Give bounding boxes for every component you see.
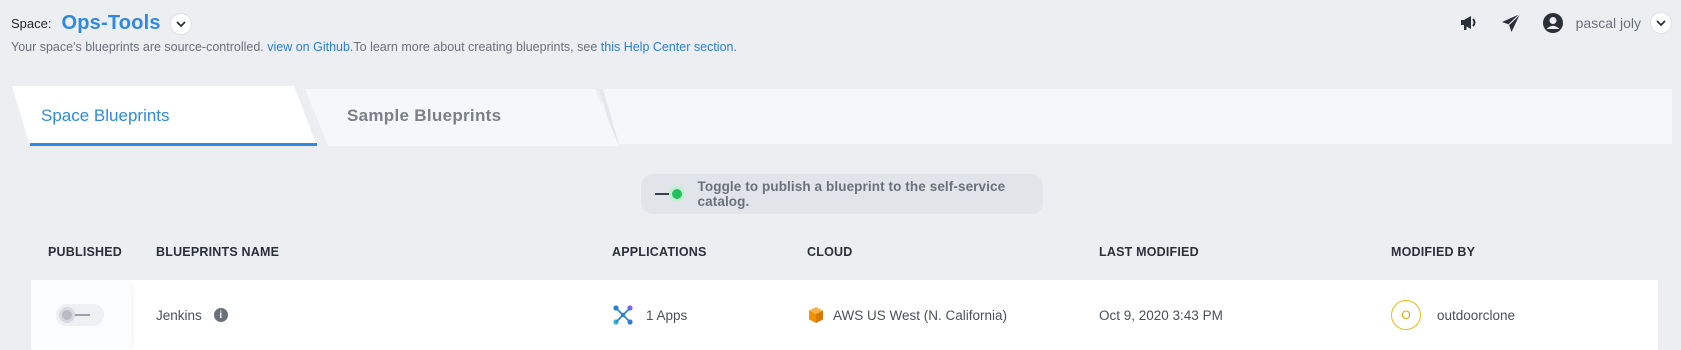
user-name[interactable]: pascal joly — [1576, 15, 1641, 31]
column-header-last-modified[interactable]: LAST MODIFIED — [1099, 245, 1199, 259]
aws-cube-icon — [807, 306, 825, 324]
applications-count: 1 Apps — [646, 307, 688, 323]
active-tab-indicator — [30, 143, 317, 146]
user-circle-icon[interactable] — [1542, 12, 1564, 34]
published-cell — [31, 280, 131, 350]
table-row[interactable]: Jenkins i 1 Apps AWS US West (N. Califor… — [31, 280, 1658, 350]
chevron-down-icon[interactable] — [1651, 13, 1671, 33]
apps-icon — [612, 304, 634, 326]
info-icon[interactable]: i — [213, 308, 228, 322]
megaphone-icon[interactable] — [1458, 12, 1480, 34]
blueprint-name-cell: Jenkins i — [156, 280, 228, 350]
chevron-down-icon[interactable] — [170, 13, 191, 34]
column-header-cloud[interactable]: CLOUD — [807, 245, 852, 259]
column-header-published[interactable]: PUBLISHED — [48, 245, 122, 259]
column-header-applications[interactable]: APPLICATIONS — [612, 245, 707, 259]
space-description: Your space's blueprints are source-contr… — [11, 40, 737, 54]
paper-plane-icon[interactable] — [1500, 12, 1522, 34]
cloud-name: AWS US West (N. California) — [833, 307, 1008, 323]
toggle-on-icon — [655, 186, 685, 202]
blueprint-name[interactable]: Jenkins — [156, 308, 202, 323]
modified-by-cell: O outdoorclone — [1391, 280, 1515, 350]
space-label: Space: — [11, 16, 52, 31]
column-header-name[interactable]: BLUEPRINTS NAME — [156, 245, 279, 259]
tab-space-blueprints[interactable]: Space Blueprints — [12, 86, 317, 146]
publish-hint: Toggle to publish a blueprint to the sel… — [641, 174, 1043, 214]
top-right-toolbar: pascal joly — [1438, 12, 1671, 34]
space-name[interactable]: Ops-Tools — [61, 12, 160, 35]
modified-by-name: outdoorclone — [1437, 307, 1516, 323]
avatar: O — [1391, 300, 1421, 330]
hint-text: Toggle to publish a blueprint to the sel… — [697, 179, 1006, 209]
github-link[interactable]: view on Github — [267, 40, 350, 54]
applications-cell: 1 Apps — [612, 280, 687, 350]
cloud-cell: AWS US West (N. California) — [807, 280, 1007, 350]
column-header-modified-by[interactable]: MODIFIED BY — [1391, 245, 1475, 259]
last-modified-cell: Oct 9, 2020 3:43 PM — [1099, 280, 1223, 350]
help-center-link[interactable]: this Help Center section — [601, 40, 734, 54]
last-modified-value: Oct 9, 2020 3:43 PM — [1099, 307, 1223, 323]
blueprint-tabs: Sample Blueprints Space Blueprints — [12, 86, 1672, 146]
tab-sample-blueprints[interactable]: Sample Blueprints — [305, 89, 619, 146]
space-selector: Space: Ops-Tools — [11, 12, 191, 35]
publish-toggle[interactable] — [56, 304, 104, 326]
